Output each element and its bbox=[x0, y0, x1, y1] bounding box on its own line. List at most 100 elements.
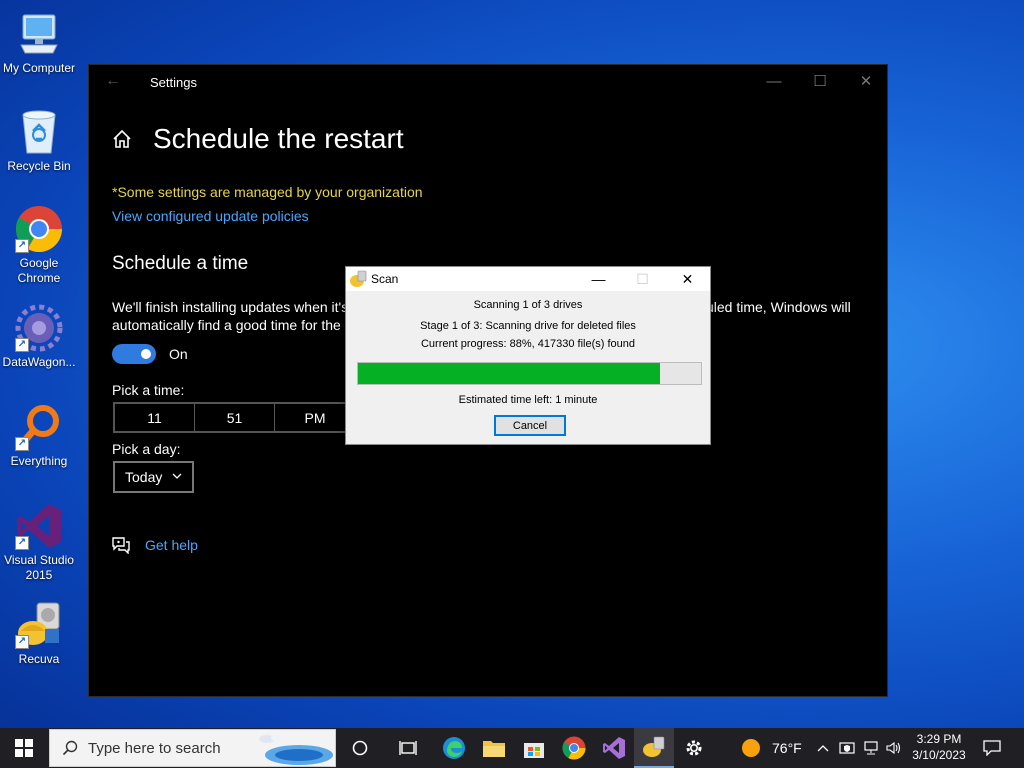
chrome-icon: ↗ bbox=[15, 205, 63, 253]
desktop-icon-my-computer[interactable]: My Computer bbox=[0, 10, 78, 76]
clock-time: 3:29 PM bbox=[916, 732, 962, 746]
pick-day-label: Pick a day: bbox=[112, 441, 181, 457]
scan-dialog: Scan — ☐ ✕ Scanning 1 of 3 drives Stage … bbox=[345, 266, 711, 445]
action-center-button[interactable] bbox=[980, 728, 1004, 768]
desktop-icon-datawagon[interactable]: ↗ DataWagon... bbox=[0, 304, 78, 370]
visual-studio-icon: ↗ bbox=[15, 502, 63, 550]
cancel-button[interactable]: Cancel bbox=[494, 415, 566, 436]
security-shield-icon bbox=[839, 742, 855, 754]
minimize-button[interactable]: — bbox=[759, 71, 789, 93]
visual-studio-icon bbox=[603, 737, 625, 759]
desktop-icon-everything[interactable]: ↗ Everything bbox=[0, 403, 78, 469]
desktop-icon-recycle-bin[interactable]: Recycle Bin bbox=[0, 108, 78, 174]
current-progress-text: Current progress: 88%, 417330 file(s) fo… bbox=[420, 338, 635, 350]
minimize-button[interactable]: — bbox=[576, 267, 621, 291]
shortcut-arrow-icon: ↗ bbox=[15, 437, 29, 451]
network-icon bbox=[864, 741, 878, 755]
taskbar-chrome[interactable] bbox=[554, 728, 594, 768]
cortana-button[interactable] bbox=[340, 728, 380, 768]
task-view-icon bbox=[399, 741, 417, 755]
taskbar-recuva[interactable] bbox=[634, 728, 674, 768]
desktop-icon-label: Visual Studio 2015 bbox=[4, 553, 74, 582]
weather-widget[interactable]: 76°F bbox=[742, 728, 802, 768]
page-heading: Schedule the restart bbox=[111, 123, 404, 155]
window-title: Settings bbox=[150, 75, 197, 90]
page-title: Schedule the restart bbox=[153, 123, 404, 154]
sun-icon bbox=[742, 739, 760, 757]
schedule-toggle[interactable] bbox=[112, 344, 156, 364]
everything-search-icon: ↗ bbox=[15, 403, 63, 451]
desktop-icon-google-chrome[interactable]: ↗ Google Chrome bbox=[0, 205, 78, 286]
taskbar-edge[interactable] bbox=[434, 728, 474, 768]
toggle-knob bbox=[141, 349, 151, 359]
estimated-time-text: Estimated time left: 1 minute bbox=[458, 394, 598, 406]
description-line-1: We'll finish installing updates when it'… bbox=[112, 299, 349, 315]
drive-progress-text: Scanning 1 of 3 drives bbox=[473, 299, 583, 311]
cortana-icon bbox=[352, 740, 368, 756]
recuva-icon bbox=[350, 270, 367, 287]
tray-security-icon[interactable] bbox=[836, 728, 858, 768]
schedule-description-right: uled time, Windows will bbox=[706, 299, 851, 315]
back-arrow-icon[interactable]: ← bbox=[105, 72, 121, 90]
taskbar-settings[interactable] bbox=[674, 728, 714, 768]
desktop-icon-label: Google Chrome bbox=[17, 256, 61, 285]
scan-dialog-title: Scan bbox=[371, 272, 399, 286]
task-view-button[interactable] bbox=[388, 728, 428, 768]
settings-icon bbox=[686, 740, 702, 756]
desktop-icon-label: DataWagon... bbox=[2, 355, 76, 369]
tray-network-icon[interactable] bbox=[860, 728, 882, 768]
shortcut-arrow-icon: ↗ bbox=[15, 338, 29, 352]
shortcut-arrow-icon: ↗ bbox=[15, 536, 29, 550]
taskbar-file-explorer[interactable] bbox=[474, 728, 514, 768]
recuva-icon: ↗ bbox=[15, 601, 63, 649]
show-hidden-icons-button[interactable] bbox=[812, 728, 834, 768]
scan-progress-bar bbox=[357, 362, 702, 385]
recuva-icon bbox=[643, 736, 665, 757]
time-minute[interactable]: 51 bbox=[195, 404, 275, 431]
edge-icon bbox=[443, 737, 465, 759]
weather-temperature: 76°F bbox=[772, 740, 802, 756]
desktop-icon-label: Everything bbox=[10, 454, 68, 468]
chevron-down-icon bbox=[172, 473, 182, 479]
taskbar-visual-studio[interactable] bbox=[594, 728, 634, 768]
pick-time-label: Pick a time: bbox=[112, 382, 185, 398]
section-title: Schedule a time bbox=[112, 253, 249, 274]
clock-date: 3/10/2023 bbox=[912, 748, 966, 762]
chrome-icon bbox=[562, 736, 586, 760]
taskbar-search[interactable] bbox=[49, 729, 336, 767]
tray-volume-icon[interactable] bbox=[882, 728, 904, 768]
desktop-icon-recuva[interactable]: ↗ Recuva bbox=[0, 601, 78, 667]
chevron-up-icon bbox=[817, 745, 829, 752]
desktop-icon-label: Recuva bbox=[18, 652, 60, 666]
close-button[interactable]: ✕ bbox=[665, 267, 710, 291]
store-icon bbox=[524, 743, 544, 758]
taskbar-store[interactable] bbox=[514, 728, 554, 768]
scan-title-bar: Scan — ☐ ✕ bbox=[346, 267, 710, 291]
maximize-button[interactable]: ☐ bbox=[805, 71, 835, 93]
get-help-link[interactable]: Get help bbox=[111, 536, 198, 554]
search-input[interactable] bbox=[88, 739, 258, 757]
start-button[interactable] bbox=[0, 728, 48, 768]
schedule-description: We'll finish installing updates when it'… bbox=[112, 298, 348, 334]
computer-icon bbox=[15, 10, 63, 58]
taskbar-clock[interactable]: 3:29 PM 3/10/2023 bbox=[906, 731, 972, 763]
day-dropdown-value: Today bbox=[125, 469, 163, 485]
file-explorer-icon bbox=[483, 741, 505, 757]
desktop-icon-label: My Computer bbox=[2, 61, 76, 75]
time-hour[interactable]: 11 bbox=[115, 404, 195, 431]
close-button[interactable]: ✕ bbox=[851, 71, 881, 93]
view-policies-link[interactable]: View configured update policies bbox=[112, 208, 309, 224]
shortcut-arrow-icon: ↗ bbox=[15, 239, 29, 253]
desktop-icon-visual-studio[interactable]: ↗ Visual Studio 2015 bbox=[0, 502, 78, 583]
toggle-label: On bbox=[169, 346, 188, 362]
org-managed-note: *Some settings are managed by your organ… bbox=[112, 184, 423, 200]
shortcut-arrow-icon: ↗ bbox=[15, 635, 29, 649]
time-picker[interactable]: 11 51 PM bbox=[113, 402, 357, 433]
desktop-icon-label: Recycle Bin bbox=[7, 159, 71, 173]
stage-text: Stage 1 of 3: Scanning drive for deleted… bbox=[420, 320, 636, 332]
get-help-label: Get help bbox=[145, 537, 198, 553]
day-dropdown[interactable]: Today bbox=[113, 461, 194, 493]
home-icon[interactable] bbox=[111, 128, 133, 150]
time-period[interactable]: PM bbox=[275, 404, 355, 431]
notification-icon bbox=[983, 740, 1001, 756]
